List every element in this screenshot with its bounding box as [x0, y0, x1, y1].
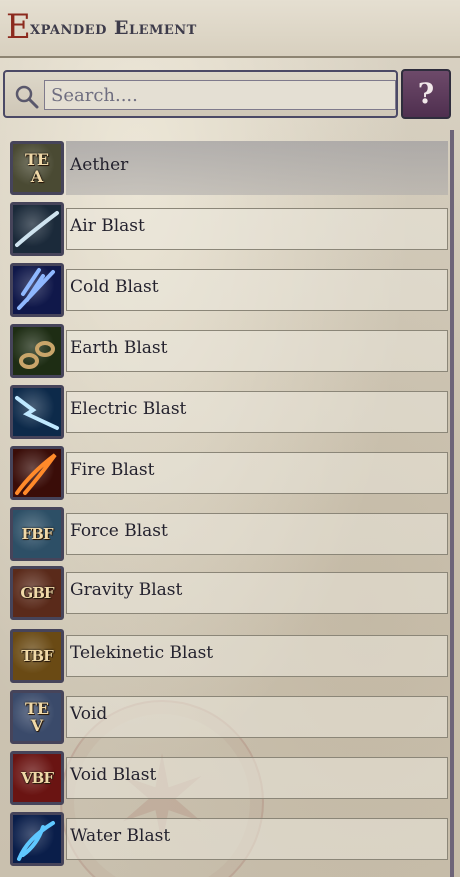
water-blast-icon-art [17, 821, 55, 861]
air-blast-icon-art [15, 211, 59, 247]
force-blast-icon: FBF [10, 507, 64, 561]
list-item[interactable]: VBF Void Blast [10, 751, 448, 805]
icon-abbreviation: TE A [24, 150, 50, 186]
list-item-label: Telekinetic Blast [70, 643, 214, 663]
list-item[interactable]: Earth Blast [10, 324, 448, 378]
list-item[interactable]: FBF Force Blast [10, 507, 448, 561]
list-item[interactable]: TE V Void [10, 690, 448, 744]
electric-blast-icon [10, 385, 64, 439]
title-bar: E xpanded Element [0, 0, 460, 58]
cold-blast-icon [10, 263, 64, 317]
list-item-label: Void [70, 704, 108, 724]
search-input[interactable] [44, 80, 396, 110]
air-blast-icon [10, 202, 64, 256]
list-item-label: Water Blast [70, 826, 171, 846]
list-item[interactable]: TE A Aether [10, 141, 448, 195]
list-item-label: Void Blast [70, 765, 157, 785]
fire-blast-icon-art [15, 453, 57, 495]
list-item[interactable]: Fire Blast [10, 446, 448, 500]
telekinetic-blast-icon: TBF [10, 629, 64, 683]
list-item[interactable]: Air Blast [10, 202, 448, 256]
panel-title: xpanded Element [30, 17, 197, 39]
search-icon[interactable] [14, 84, 40, 110]
list-item-label: Gravity Blast [70, 580, 183, 600]
scrollbar[interactable] [450, 130, 454, 877]
icon-abbreviation: VBF [21, 768, 54, 787]
fire-blast-icon [10, 446, 64, 500]
list-item-label: Air Blast [70, 216, 145, 236]
list-item-label: Earth Blast [70, 338, 168, 358]
list-item[interactable]: TBF Telekinetic Blast [10, 629, 448, 683]
list-item[interactable]: Cold Blast [10, 263, 448, 317]
list-item-label: Aether [70, 155, 129, 175]
icon-abbreviation: FBF [21, 524, 54, 543]
void-icon: TE V [10, 690, 64, 744]
electric-blast-icon-art [15, 396, 59, 430]
search-box [3, 70, 398, 118]
list-item-label: Electric Blast [70, 399, 187, 419]
title-initial: E [6, 7, 31, 47]
icon-abbreviation: GBF [20, 583, 54, 602]
icon-abbreviation: TBF [21, 646, 54, 665]
expanded-element-panel: E xpanded Element ? TE A Aether Air Blast C… [0, 0, 460, 877]
list-item-label: Force Blast [70, 521, 168, 541]
earth-blast-icon [10, 324, 64, 378]
icon-abbreviation: TE V [24, 699, 50, 735]
earth-blast-icon-art [19, 341, 56, 369]
help-question-icon: ? [417, 77, 435, 110]
list-item-bar [66, 696, 448, 738]
list-item[interactable]: GBF Gravity Blast [10, 566, 448, 620]
gravity-blast-icon: GBF [10, 566, 64, 620]
list-item-label: Cold Blast [70, 277, 159, 297]
cold-blast-icon-art [17, 268, 55, 310]
aether-icon: TE A [10, 141, 64, 195]
water-blast-icon [10, 812, 64, 866]
list-item-label: Fire Blast [70, 460, 155, 480]
void-blast-icon: VBF [10, 751, 64, 805]
list-item[interactable]: Electric Blast [10, 385, 448, 439]
help-button[interactable]: ? [401, 69, 451, 119]
list-item[interactable]: Water Blast [10, 812, 448, 866]
